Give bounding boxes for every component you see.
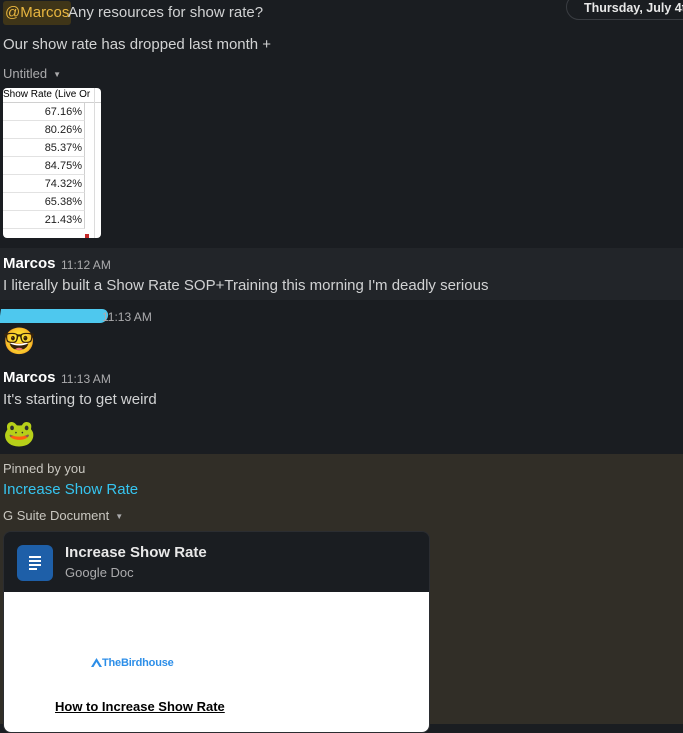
file-type-label[interactable]: G Suite Document ▼ [3, 508, 123, 523]
sheet-cell: 74.32% [3, 175, 85, 193]
doc-heading: How to Increase Show Rate [55, 699, 225, 714]
message-text: Any resources for show rate? [68, 4, 264, 21]
doc-subtitle: Google Doc [65, 565, 134, 580]
message-timestamp[interactable]: 11:12 AM [61, 258, 111, 272]
sheet-header: Show Rate (Live Or [3, 88, 101, 103]
message-author[interactable]: Marcos [3, 255, 56, 272]
google-doc-icon [17, 545, 53, 581]
sheet-cell: 21.43% [3, 211, 85, 229]
spreadsheet-preview[interactable]: Show Rate (Live Or 67.16% 80.26% 85.37% … [3, 88, 101, 238]
date-divider[interactable]: Thursday, July 4th [566, 0, 683, 20]
sheet-marker [85, 234, 89, 238]
nerd-face-emoji: 🤓 [3, 326, 36, 356]
sheet-gridline [94, 88, 95, 238]
attachment-title[interactable]: Untitled ▼ [3, 66, 61, 81]
sheet-cell: 84.75% [3, 157, 85, 175]
brand-logo: TheBirdhouse [91, 657, 174, 669]
message-author[interactable]: Marcos [3, 369, 56, 386]
user-mention[interactable]: @Marcos [3, 1, 72, 25]
sheet-cell: 80.26% [3, 121, 85, 139]
message-body: Our show rate has dropped last month + [3, 36, 272, 53]
doc-card[interactable]: Increase Show Rate Google Doc TheBirdhou… [3, 531, 430, 733]
sheet-cell: 85.37% [3, 139, 85, 157]
doc-link[interactable]: Increase Show Rate [3, 481, 138, 498]
brand-name: TheBirdhouse [102, 657, 174, 669]
pinned-by-label: Pinned by you [3, 461, 86, 476]
doc-title[interactable]: Increase Show Rate [65, 544, 207, 561]
message-timestamp[interactable]: 11:13 AM [102, 310, 152, 324]
sheet-cell: 67.16% [3, 103, 85, 121]
sheet-cell: 65.38% [3, 193, 85, 211]
file-type-text: G Suite Document [3, 508, 110, 523]
redacted-author [0, 309, 109, 323]
frog-emoji: 🐸 [3, 418, 36, 448]
attachment-title-label: Untitled [3, 66, 48, 81]
caret-down-icon[interactable]: ▼ [115, 512, 123, 521]
message-text: It's starting to get weird [3, 391, 157, 408]
caret-down-icon[interactable]: ▼ [53, 70, 61, 79]
message-text: I literally built a Show Rate SOP+Traini… [3, 277, 489, 294]
message-timestamp[interactable]: 11:13 AM [61, 372, 111, 386]
doc-preview[interactable]: TheBirdhouse How to Increase Show Rate [4, 592, 429, 732]
